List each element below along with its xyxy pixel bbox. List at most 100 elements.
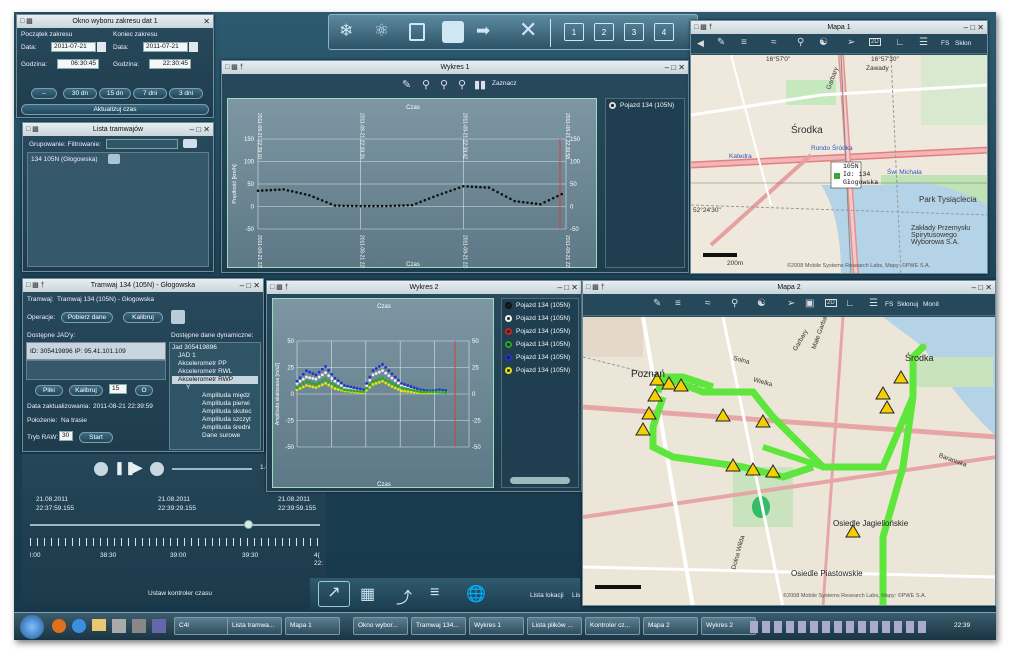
window-controls[interactable]: – □ ✕ [972,281,992,294]
cursor-icon[interactable]: ➢ [847,37,855,48]
chart2-titlebar[interactable]: □ ▩ † Wykres 2– □ ✕ [267,281,581,294]
chart1-titlebar[interactable]: □ ▩ † Wykres 1– □ ✕ [222,61,688,74]
route-icon[interactable]: ☰ [869,298,878,309]
window-controls[interactable]: – □ ✕ [558,281,578,294]
firefox-icon[interactable] [52,619,66,633]
layers-icon[interactable]: ≡ [741,37,747,48]
vehicle-callout[interactable]: 105N Id: 134 Głogowska [843,163,878,187]
list2-button[interactable]: Lis [572,592,580,599]
app-icon[interactable] [112,619,126,633]
tab-2[interactable]: 2 [594,23,614,41]
window-controls[interactable]: – □ ✕ [190,123,210,136]
range-30-button[interactable]: 30 dn [63,88,97,99]
tram-icon[interactable]: ▦ [360,584,375,604]
forward-icon[interactable] [150,462,164,476]
legend-toggle[interactable] [510,477,570,484]
legend-item[interactable]: Pojazd 134 (105N) [502,351,578,364]
layers-icon[interactable] [183,139,197,148]
range-15-button[interactable]: 15 dn [99,88,131,99]
close-icon[interactable]: ✕ [519,17,537,43]
lock-icon[interactable] [409,23,425,41]
tree-item[interactable]: JAD 1 [172,352,258,360]
start-time-input[interactable]: 06:30:45 [57,59,99,69]
measure-icon[interactable]: ∟ [895,37,905,48]
zoom-icon[interactable]: ⚲ [422,78,430,91]
map1-canvas[interactable]: Środka Rondo Śródka Katedra Park Tysiącl… [691,55,987,273]
locations-list-button[interactable]: Lista lokacji [530,592,564,599]
tree-item[interactable]: Y [172,384,258,392]
columns-icon[interactable]: ▮▮ [474,78,486,91]
taskbar-item[interactable]: Okno wybor... [353,617,408,635]
tree-item[interactable]: Akcelerometr PP [172,360,258,368]
tree-item[interactable]: Amplituda szczyt [172,416,258,424]
jad-list[interactable]: ID: 305419896 IP: 95.41.101.109 [26,342,166,360]
world-icon[interactable]: 🌐 [466,584,486,604]
map-mode-button[interactable]: Skłonuj [897,301,918,308]
measure-icon[interactable]: ∟ [845,298,855,309]
time-controller-label[interactable]: Ustaw kontroler czasu [148,590,212,597]
tree-item[interactable]: Amplituda pierwi [172,400,258,408]
window-controls[interactable]: – □ ✕ [964,21,984,34]
tree-item[interactable]: Amplituda średni [172,424,258,432]
play-icon[interactable]: ▶ [132,459,143,476]
taskbar-item[interactable]: Kontroler cz... [585,617,640,635]
calendar-icon[interactable] [97,42,106,52]
taskbar-item[interactable]: Lista tramwa... [227,617,282,635]
range-7-button[interactable]: 7 dni [133,88,167,99]
rewind-icon[interactable] [94,462,108,476]
tree-item[interactable]: Amplituda skutec [172,408,258,416]
zoom-icon[interactable]: ⚲ [731,298,738,309]
update-time-button[interactable]: Aktualizuj czas [21,104,209,115]
map-tool-icon[interactable]: ◀ [697,38,704,49]
legend-item[interactable]: Pojazd 134 (105N) [502,364,578,377]
jad-id-line[interactable]: ID: 305419896 IP: 95.41.101.109 [30,348,126,355]
2d-icon[interactable]: 2D [869,38,881,46]
zoom-in-icon[interactable]: ⚲ [440,78,448,91]
end-date-input[interactable]: 2011-07-21 [143,42,188,52]
save-icon[interactable] [152,619,166,633]
start-date-input[interactable]: 2011-07-21 [51,42,96,52]
chart2-plot[interactable]: 50 50 25 25 0 0 -25 -25 -50 -50 Czas Czas Amplituda … [272,298,494,488]
fullscreen-button[interactable]: FS [941,40,949,47]
layers-icon[interactable]: ≡ [675,298,681,309]
taskbar-item[interactable]: Mapa 2 [643,617,698,635]
legend-item[interactable]: Pojazd 134 (105N) [502,299,578,312]
calibrate2-button[interactable]: Kalibruj [69,385,103,396]
chart-icon[interactable]: ↗ [318,581,350,607]
zoom-out-icon[interactable]: ⚲ [458,78,466,91]
calibrate-button[interactable]: Kalibruj [123,312,163,323]
layers-icon[interactable]: ≡ [430,584,439,602]
pen-icon[interactable]: ✎ [653,298,661,309]
tab-4[interactable]: 4 [654,23,674,41]
thermometer-icon[interactable]: ☯ [819,37,828,48]
fullscreen-button[interactable]: FS [885,301,893,308]
raw-input[interactable]: 30 [59,431,73,441]
tree-item[interactable]: Dane surowe [172,432,258,440]
window-controls[interactable]: – □ ✕ [665,61,685,74]
taskbar-item[interactable]: Tramwaj 134... [411,617,466,635]
range-3-button[interactable]: 3 dni [169,88,203,99]
grouping-select[interactable] [106,139,178,149]
time-slider-thumb[interactable] [244,520,253,529]
ie-icon[interactable] [72,619,86,633]
vehicle-titlebar[interactable]: □ ▩ † Tramwaj 134 (105N) - Głogowska – □ ✕ [23,279,263,292]
tram-list-titlebar[interactable]: □ ▩ Lista tramwajów – □ ✕ [23,123,213,136]
date-window-titlebar[interactable]: □ ▩ Okno wyboru zakresu dat 1 ✕ [17,15,213,28]
pen-icon[interactable]: ✎ [402,78,411,91]
speed-slider[interactable] [172,468,252,470]
close-icon[interactable]: ✕ [203,15,210,28]
time-slider-track[interactable] [30,524,320,526]
network-icon[interactable]: ❄ [339,21,361,43]
map-mode-button[interactable]: Skłon [955,40,971,47]
legend-item[interactable]: Pojazd 134 (105N) [502,312,578,325]
number-input[interactable]: 15 [109,384,127,394]
fetch-data-button[interactable]: Pobierz dane [61,312,113,323]
track-icon[interactable]: ⤴ [396,584,412,608]
track-icon[interactable]: ≈ [771,37,777,48]
taskbar-item[interactable]: Wykres 2 [701,617,756,635]
track-icon[interactable]: ≈ [705,298,711,309]
tram-item-icon[interactable] [108,154,120,164]
map2-titlebar[interactable]: □ ▩ † Mapa 2– □ ✕ [583,281,995,294]
taskbar-item[interactable]: Lista plików ... [527,617,582,635]
tree-item[interactable]: Amplituda międz [172,392,258,400]
